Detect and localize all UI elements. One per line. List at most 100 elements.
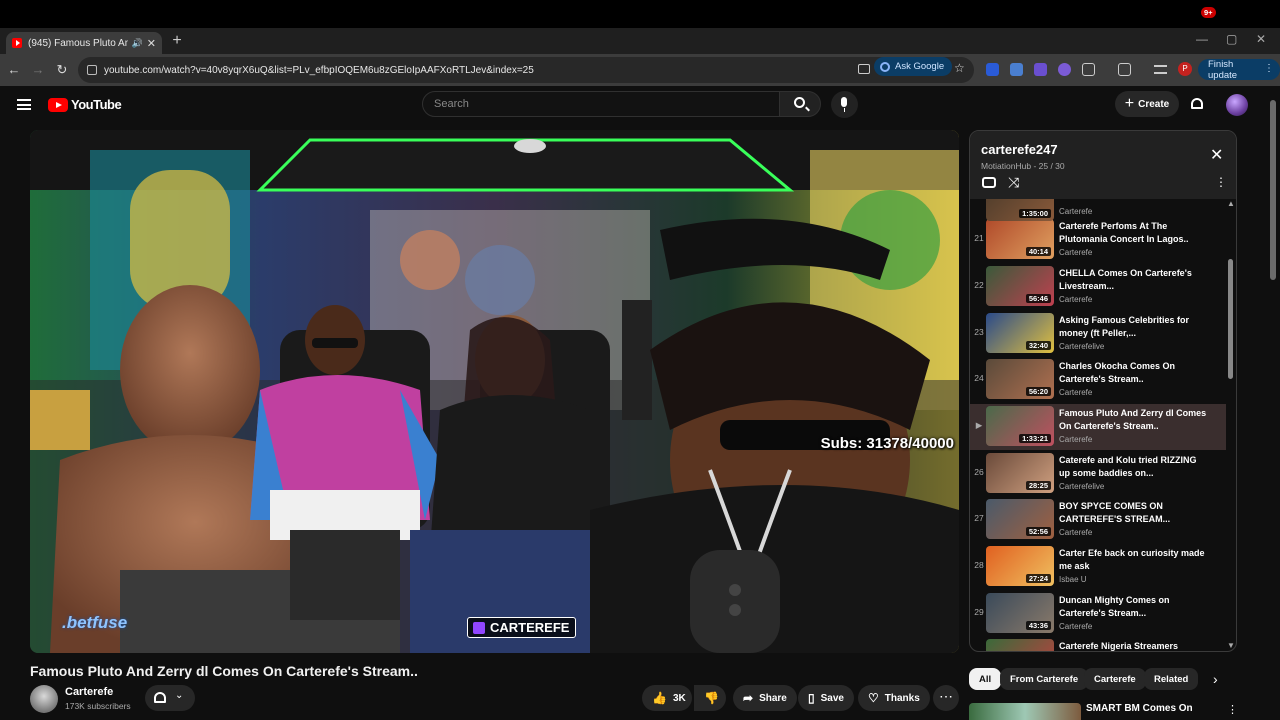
user-avatar[interactable] bbox=[1226, 94, 1248, 116]
playlist-item-thumbnail[interactable]: 1:33:21 bbox=[986, 406, 1054, 446]
dislike-button[interactable]: 👎 bbox=[694, 685, 726, 711]
playlist-item-thumbnail[interactable] bbox=[986, 639, 1054, 651]
back-icon[interactable]: ← bbox=[6, 62, 22, 77]
playlist-item[interactable]: 26 28:25 Caterefe and Kolu tried RIZZING u… bbox=[970, 451, 1226, 497]
channel-avatar[interactable] bbox=[30, 685, 58, 713]
close-playlist-icon[interactable]: ✕ bbox=[1210, 145, 1223, 165]
channel-name[interactable]: Carterefe bbox=[65, 686, 113, 698]
search-icon bbox=[794, 97, 805, 108]
create-button[interactable]: + Create bbox=[1115, 91, 1179, 117]
hamburger-menu-icon[interactable] bbox=[17, 99, 31, 110]
omnibox[interactable]: youtube.com/watch?v=40v8yqrX6uQ&list=PLv… bbox=[78, 57, 974, 83]
shuffle-icon[interactable]: ⤨ bbox=[1008, 174, 1019, 191]
playlist-item-channel: Carterefe bbox=[1059, 388, 1093, 397]
playlist-item-thumbnail[interactable]: 43:36 bbox=[986, 593, 1054, 633]
playlist-item-thumbnail[interactable]: 56:20 bbox=[986, 359, 1054, 399]
reading-list-icon[interactable] bbox=[1154, 65, 1167, 74]
youtube-logo[interactable]: YouTube bbox=[48, 97, 122, 112]
reload-icon[interactable]: ↻ bbox=[54, 62, 70, 78]
voice-search-mic-icon[interactable] bbox=[831, 91, 858, 118]
browser-tab[interactable]: (945) Famous Pluto And Ze 🔊 ✕ bbox=[6, 32, 162, 54]
playlist-item-title[interactable]: Carter Efe back on curiosity made me ask bbox=[1059, 547, 1209, 573]
playlist-item-channel: Carterefe bbox=[1059, 207, 1093, 216]
bookmark-star-icon[interactable]: ☆ bbox=[954, 61, 965, 75]
playlist-item-thumbnail[interactable]: 32:40 bbox=[986, 313, 1054, 353]
playlist-item-title[interactable]: BOY SPYCE COMES ON CARTEREFE'S STREAM... bbox=[1059, 500, 1209, 526]
site-info-icon[interactable] bbox=[87, 65, 97, 75]
extension-icon[interactable] bbox=[1010, 63, 1023, 76]
video-player[interactable]: Subs: 31378/40000 .betfuse CARTEREFE bbox=[30, 130, 959, 653]
browser-menu-icon[interactable]: ⋮ bbox=[1264, 63, 1274, 74]
search-button[interactable] bbox=[779, 91, 821, 117]
playlist-item-channel: Carterefelive bbox=[1059, 482, 1105, 491]
recommended-title[interactable]: SMART BM Comes On bbox=[1086, 703, 1193, 714]
browser-profile-avatar[interactable]: P bbox=[1178, 62, 1192, 76]
forward-icon[interactable]: → bbox=[30, 62, 46, 77]
playlist-title[interactable]: carterefe247 bbox=[981, 142, 1058, 157]
subscription-bell-button[interactable]: ⌄ bbox=[145, 685, 195, 711]
playlist-item-duration: 27:24 bbox=[1025, 574, 1051, 583]
playlist-item-title[interactable]: Caterefe and Kolu tried RIZZING up some … bbox=[1059, 454, 1209, 480]
cast-icon[interactable] bbox=[858, 64, 870, 74]
share-button[interactable]: ➦ Share bbox=[733, 685, 797, 711]
extension-icon[interactable] bbox=[986, 63, 999, 76]
playlist-item[interactable]: 27 52:56 BOY SPYCE COMES ON CARTEREFE'S ST… bbox=[970, 497, 1226, 543]
like-button[interactable]: 👍 3K bbox=[642, 685, 692, 711]
close-tab-icon[interactable]: ✕ bbox=[147, 37, 156, 50]
recommended-thumbnail[interactable] bbox=[969, 703, 1081, 720]
playlist-item-title[interactable]: Charles Okocha Comes On Carterefe's Stre… bbox=[1059, 360, 1209, 386]
playlist-item-title[interactable]: Famous Pluto And Zerry dl Comes On Carte… bbox=[1059, 407, 1209, 433]
recommended-menu-icon[interactable]: ⋮ bbox=[1227, 703, 1238, 716]
extension-icon[interactable] bbox=[1034, 63, 1047, 76]
playlist-item-duration: 28:25 bbox=[1025, 481, 1051, 490]
playlist-item[interactable]: Carterefe Nigeria Streamers bbox=[970, 637, 1226, 651]
close-window-icon[interactable]: ✕ bbox=[1256, 32, 1266, 46]
playlist-item-title[interactable]: CHELLA Comes On Carterefe's Livestream..… bbox=[1059, 267, 1209, 293]
notifications-bell-icon[interactable] bbox=[1190, 97, 1204, 111]
playlist-item-thumbnail[interactable]: 27:24 bbox=[986, 546, 1054, 586]
scroll-down-arrow-icon[interactable]: ▼ bbox=[1227, 641, 1235, 650]
new-tab-button[interactable]: + bbox=[168, 32, 186, 50]
playlist-item[interactable]: 29 43:36 Duncan Mighty Comes on Carterefe'… bbox=[970, 591, 1226, 637]
filter-chip[interactable]: Carterefe bbox=[1084, 668, 1146, 690]
playlist-item-title[interactable]: Duncan Mighty Comes on Carterefe's Strea… bbox=[1059, 594, 1209, 620]
playlist-item-thumbnail[interactable]: 52:56 bbox=[986, 499, 1054, 539]
playlist-item-thumbnail[interactable]: 56:46 bbox=[986, 266, 1054, 306]
tab-search-icon[interactable] bbox=[1118, 63, 1131, 76]
playlist-item-duration: 1:33:21 bbox=[1019, 434, 1051, 443]
playlist-item-thumbnail[interactable]: 28:25 bbox=[986, 453, 1054, 493]
ask-google-button[interactable]: Ask Google bbox=[874, 57, 953, 76]
playlist-item[interactable]: 24 56:20 Charles Okocha Comes On Carterefe… bbox=[970, 357, 1226, 403]
speaker-icon[interactable]: 🔊 bbox=[132, 38, 143, 49]
playlist-item-title[interactable]: Carterefe Nigeria Streamers bbox=[1059, 640, 1209, 651]
search-input[interactable]: Search bbox=[422, 91, 780, 117]
minimize-icon[interactable]: — bbox=[1196, 32, 1208, 46]
playlist-menu-icon[interactable]: ⋮ bbox=[1215, 175, 1227, 189]
playlist-item[interactable]: 23 32:40 Asking Famous Celebrities for mon… bbox=[970, 311, 1226, 357]
playlist-item[interactable]: 22 56:46 CHELLA Comes On Carterefe's Lives… bbox=[970, 264, 1226, 310]
more-actions-icon[interactable]: ⋯ bbox=[933, 685, 959, 711]
playlist-scrollbar[interactable] bbox=[1228, 259, 1233, 379]
subscriber-count: 173K subscribers bbox=[65, 701, 131, 711]
filter-chip[interactable]: Related bbox=[1144, 668, 1199, 690]
extensions-puzzle-icon[interactable] bbox=[1082, 63, 1095, 76]
filter-chip[interactable]: From Carterefe bbox=[1000, 668, 1089, 690]
playlist-item-thumbnail[interactable]: 40:14 bbox=[986, 219, 1054, 259]
playlist-item[interactable]: ▶ 1:33:21 Famous Pluto And Zerry dl Comes … bbox=[970, 404, 1226, 450]
playlist-item-title[interactable]: Asking Famous Celebrities for money (ft … bbox=[1059, 314, 1209, 340]
extension-icon[interactable] bbox=[1058, 63, 1071, 76]
playlist-item-channel: Carterefe bbox=[1059, 528, 1093, 537]
finish-update-button[interactable]: Finish update ⋮ bbox=[1198, 59, 1280, 81]
chips-next-icon[interactable]: › bbox=[1213, 671, 1218, 687]
filter-chip[interactable]: All bbox=[969, 668, 1002, 690]
page-scrollbar[interactable] bbox=[1270, 100, 1276, 280]
playlist-item[interactable]: 28 27:24 Carter Efe back on curiosity made… bbox=[970, 544, 1226, 590]
save-button[interactable]: ▯ Save bbox=[798, 685, 854, 711]
scroll-up-arrow-icon[interactable]: ▲ bbox=[1227, 199, 1235, 208]
thanks-button[interactable]: ♡ Thanks bbox=[858, 685, 930, 711]
playlist-item[interactable]: 1:35:00 Carterefe bbox=[970, 199, 1226, 225]
playlist-item-thumbnail[interactable]: 1:35:00 bbox=[986, 199, 1054, 221]
notification-count-badge: 9+ bbox=[1201, 7, 1216, 18]
loop-icon[interactable] bbox=[982, 177, 996, 188]
maximize-icon[interactable]: ▢ bbox=[1226, 32, 1237, 46]
